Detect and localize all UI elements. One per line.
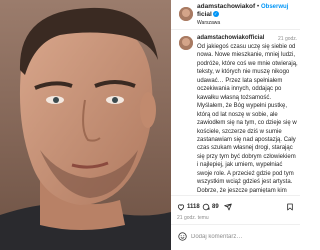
header-username-text[interactable]: adamstachowiakofficial [197,3,255,18]
like-button[interactable]: 1118 [177,202,200,212]
caption-avatar-image [179,36,193,50]
header-location[interactable]: Warszawa [197,20,220,26]
post-actions: 1118 89 21 godz. temu [171,195,300,223]
post-side-panel: adamstachowiakofficial ✓ Warszawa • Obser… [171,0,300,250]
post-timestamp[interactable]: 21 godz. temu [177,215,209,221]
bookmark-icon [287,203,293,211]
save-button[interactable] [286,202,296,212]
comment-count: 89 [212,204,219,210]
comment-icon [202,203,210,211]
post-photo-image [0,0,171,250]
comment-button[interactable]: 89 [202,202,219,212]
caption-text: Od jakiegoś czasu uczę się siebie od now… [197,44,298,193]
like-count: 1118 [187,204,200,210]
header-username[interactable]: adamstachowiakofficial ✓ [197,3,257,18]
caption-section: adamstachowiakofficial 21 godz. Od jakie… [171,31,300,193]
verified-badge-icon: ✓ [212,10,219,17]
caption-username[interactable]: adamstachowiakofficial [197,35,264,41]
caption-avatar[interactable] [179,36,193,50]
comment-bar [171,224,300,250]
avatar[interactable] [179,7,193,21]
share-button[interactable] [224,202,234,212]
caption-timestamp[interactable]: 21 godz. [278,36,297,42]
heart-icon [177,204,185,211]
avatar-image [179,7,193,21]
post-photo [0,0,171,250]
separator-dot: • [257,4,260,10]
emoji-icon[interactable] [178,232,187,241]
share-icon [224,203,232,211]
post-header: adamstachowiakofficial ✓ Warszawa • Obser… [171,0,300,30]
comment-input[interactable] [191,231,291,243]
follow-button[interactable]: Obserwuj [261,4,288,10]
